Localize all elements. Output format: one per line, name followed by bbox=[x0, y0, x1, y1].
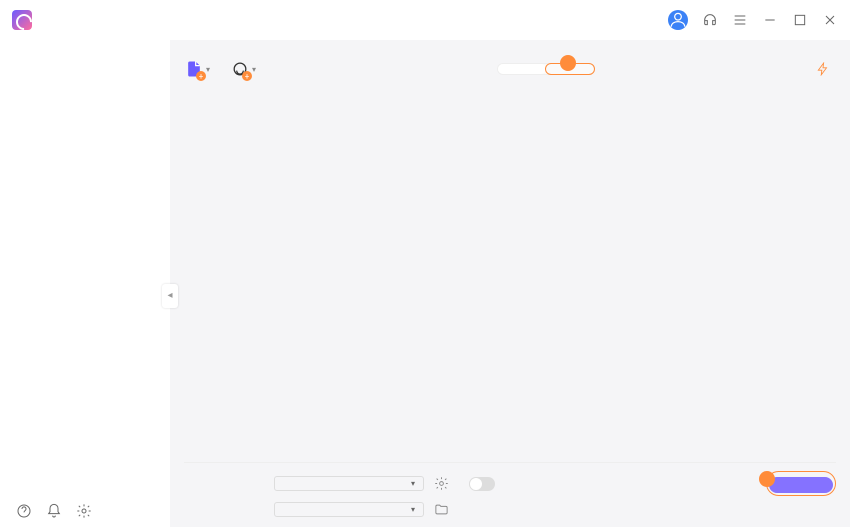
menu-icon[interactable] bbox=[732, 12, 748, 28]
file-location-select[interactable]: ▾ bbox=[274, 502, 424, 517]
start-badge bbox=[759, 471, 775, 487]
bell-icon[interactable] bbox=[46, 503, 62, 519]
conversion-tabs bbox=[497, 63, 595, 75]
minimize-icon[interactable] bbox=[762, 12, 778, 28]
sidebar-collapse[interactable]: ◂ bbox=[162, 284, 178, 308]
start-all-button[interactable] bbox=[769, 477, 833, 493]
close-window-icon[interactable] bbox=[822, 12, 838, 28]
toolbar: + ▾ + ▾ bbox=[184, 48, 836, 90]
start-all-wrap bbox=[766, 471, 836, 496]
user-avatar[interactable] bbox=[668, 10, 688, 30]
help-icon[interactable] bbox=[16, 503, 32, 519]
output-format-select[interactable]: ▾ bbox=[274, 476, 424, 491]
footer: ▾ ▾ bbox=[184, 462, 836, 527]
format-settings-icon[interactable] bbox=[434, 476, 449, 491]
titlebar bbox=[0, 0, 850, 40]
settings-icon[interactable] bbox=[76, 503, 92, 519]
headset-icon[interactable] bbox=[702, 12, 718, 28]
tab-finished[interactable] bbox=[545, 63, 595, 75]
add-url-button[interactable]: + ▾ bbox=[230, 59, 256, 79]
tab-converting[interactable] bbox=[498, 64, 546, 74]
content: + ▾ + ▾ ▾ bbox=[170, 40, 850, 527]
app-logo bbox=[12, 10, 32, 30]
sidebar: ◂ bbox=[0, 40, 170, 527]
add-file-button[interactable]: + ▾ bbox=[184, 59, 210, 79]
merge-toggle[interactable] bbox=[469, 477, 495, 491]
high-speed-conversion[interactable] bbox=[816, 62, 836, 76]
finished-badge bbox=[560, 55, 576, 71]
file-list bbox=[184, 96, 836, 462]
maximize-icon[interactable] bbox=[792, 12, 808, 28]
open-folder-icon[interactable] bbox=[434, 502, 449, 517]
